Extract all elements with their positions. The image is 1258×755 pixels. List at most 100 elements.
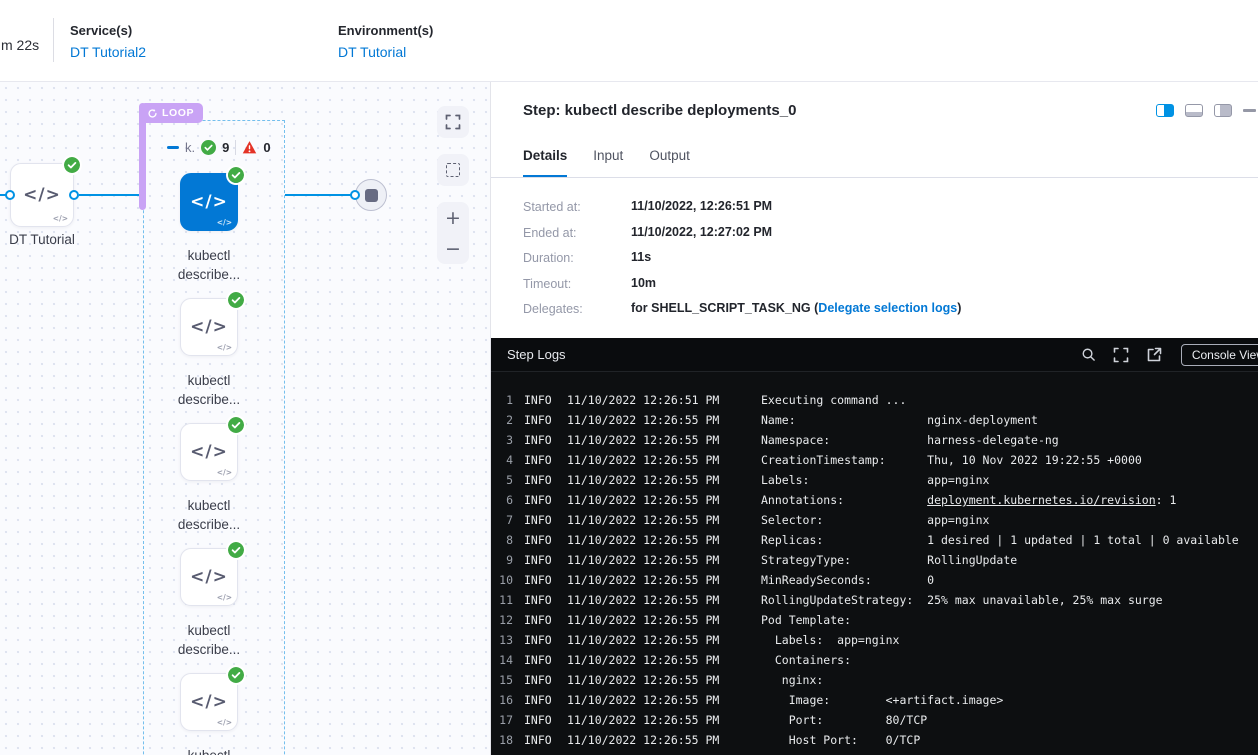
fullscreen-logs-icon[interactable]	[1113, 347, 1129, 363]
pipeline-execution-view: m 22s Service(s) DT Tutorial2 Environmen…	[0, 0, 1258, 755]
log-line-number: 8	[491, 530, 513, 550]
log-message: Image: <+artifact.image>	[761, 690, 1003, 710]
zoom-out-button[interactable]: −	[437, 233, 469, 264]
log-line-number: 5	[491, 470, 513, 490]
step-logs-header: Step Logs Console View	[491, 338, 1258, 372]
log-line-number: 16	[491, 690, 513, 710]
log-message: Port: 80/TCP	[761, 710, 927, 730]
log-line-number: 18	[491, 730, 513, 750]
layout-dock-bottom-icon[interactable]	[1185, 104, 1203, 117]
step-node[interactable]: </> </>	[180, 173, 238, 231]
success-check-icon	[64, 157, 80, 173]
log-line: 13 INFO 11/10/2022 12:26:55 PM Labels: a…	[491, 630, 1258, 650]
log-message: Selector: app=nginx	[761, 510, 989, 530]
delegate-selection-logs-link[interactable]: Delegate selection logs	[818, 301, 957, 315]
stage-node-label: DT Tutorial	[0, 230, 102, 249]
marquee-select-button[interactable]	[437, 154, 469, 186]
log-message: CreationTimestamp: Thu, 10 Nov 2022 19:2…	[761, 450, 1142, 470]
service-block: Service(s) DT Tutorial2	[70, 23, 146, 60]
log-message: Namespace: harness-delegate-ng	[761, 430, 1059, 450]
log-timestamp: 11/10/2022 12:26:55 PM	[567, 490, 749, 510]
step-logs-title: Step Logs	[507, 347, 566, 362]
log-level: INFO	[524, 410, 554, 430]
success-count-icon	[201, 140, 216, 155]
log-timestamp: 11/10/2022 12:26:55 PM	[567, 470, 749, 490]
log-line: 4 INFO 11/10/2022 12:26:55 PM CreationTi…	[491, 450, 1258, 470]
step-node[interactable]: </> </>	[180, 423, 238, 481]
log-line-number: 2	[491, 410, 513, 430]
log-message: Name: nginx-deployment	[761, 410, 1038, 430]
panel-layout-controls	[1156, 104, 1256, 117]
log-line: 10 INFO 11/10/2022 12:26:55 PM MinReadyS…	[491, 570, 1258, 590]
step-logs-console[interactable]: 1 INFO 11/10/2022 12:26:51 PM Executing …	[491, 372, 1258, 755]
log-line: 5 INFO 11/10/2022 12:26:55 PM Labels: ap…	[491, 470, 1258, 490]
log-timestamp: 11/10/2022 12:26:55 PM	[567, 530, 749, 550]
pipeline-canvas[interactable]: </> </> DT Tutorial LOOP k.	[0, 82, 492, 755]
step-details-panel: Step: kubectl describe deployments_0 Det…	[490, 82, 1258, 755]
log-timestamp: 11/10/2022 12:26:55 PM	[567, 550, 749, 570]
step-detail-tabs: Details Input Output	[491, 148, 1258, 178]
code-icon: </>	[190, 442, 228, 462]
collapse-group-icon[interactable]	[167, 146, 179, 149]
layout-split-right-active-icon[interactable]	[1156, 104, 1174, 117]
log-timestamp: 11/10/2022 12:26:55 PM	[567, 610, 749, 630]
log-line: 15 INFO 11/10/2022 12:26:55 PM nginx:	[491, 670, 1258, 690]
loop-step: </> </> kubectl describe...	[180, 673, 238, 731]
log-message: Executing command ...	[761, 390, 906, 410]
step-node[interactable]: </> </>	[180, 673, 238, 731]
success-check-icon	[228, 417, 244, 433]
service-label: Service(s)	[70, 23, 146, 38]
loop-badge[interactable]: LOOP	[140, 103, 203, 123]
log-line: 18 INFO 11/10/2022 12:26:55 PM Host Port…	[491, 730, 1258, 750]
node-in-port[interactable]	[5, 190, 15, 200]
layout-dock-right-icon[interactable]	[1214, 104, 1232, 117]
minimize-panel-icon[interactable]	[1243, 109, 1256, 112]
log-line-number: 14	[491, 650, 513, 670]
loop-step: </> </> kubectl describe...	[180, 173, 238, 231]
log-level: INFO	[524, 390, 554, 410]
success-check-icon	[228, 167, 244, 183]
success-count: 9	[222, 140, 229, 155]
console-view-button[interactable]: Console View	[1181, 344, 1258, 366]
step-node[interactable]: </> </>	[180, 298, 238, 356]
fullscreen-icon	[445, 114, 461, 130]
fit-to-screen-button[interactable]	[437, 106, 469, 138]
environment-link[interactable]: DT Tutorial	[338, 44, 433, 60]
log-message: Host Port: 0/TCP	[761, 730, 920, 750]
log-timestamp: 11/10/2022 12:26:51 PM	[567, 390, 749, 410]
node-out-port[interactable]	[69, 190, 79, 200]
log-line: 14 INFO 11/10/2022 12:26:55 PM Container…	[491, 650, 1258, 670]
detail-row: Delegates: for SHELL_SCRIPT_TASK_NG (Del…	[523, 302, 961, 316]
environment-block: Environment(s) DT Tutorial	[338, 23, 433, 60]
log-level: INFO	[524, 430, 554, 450]
stage-node-dt-tutorial[interactable]: </> </>	[10, 163, 74, 227]
log-timestamp: 11/10/2022 12:26:55 PM	[567, 570, 749, 590]
end-node-port[interactable]	[350, 190, 360, 200]
log-message: nginx:	[761, 670, 823, 690]
topbar-divider	[53, 18, 54, 62]
log-message: MinReadySeconds: 0	[761, 570, 934, 590]
step-node[interactable]: </> </>	[180, 548, 238, 606]
script-type-icon: </>	[217, 468, 232, 477]
log-timestamp: 11/10/2022 12:26:55 PM	[567, 590, 749, 610]
log-line-number: 9	[491, 550, 513, 570]
zoom-in-button[interactable]: +	[437, 202, 469, 233]
tab-output[interactable]: Output	[649, 148, 690, 177]
log-line-number: 6	[491, 490, 513, 510]
marquee-select-icon	[446, 163, 460, 177]
elapsed-duration: m 22s	[1, 37, 39, 53]
log-level: INFO	[524, 510, 554, 530]
script-type-icon: </>	[217, 218, 232, 227]
code-icon: </>	[190, 692, 228, 712]
log-message: StrategyType: RollingUpdate	[761, 550, 1017, 570]
log-timestamp: 11/10/2022 12:26:55 PM	[567, 450, 749, 470]
detail-label: Duration:	[523, 251, 631, 265]
tab-input[interactable]: Input	[593, 148, 623, 177]
log-message: RollingUpdateStrategy: 25% max unavailab…	[761, 590, 1163, 610]
tab-details[interactable]: Details	[523, 148, 567, 177]
open-in-new-tab-icon[interactable]	[1146, 347, 1162, 363]
search-logs-icon[interactable]	[1081, 347, 1096, 362]
detail-row: Duration: 11s	[523, 251, 961, 265]
log-line: 8 INFO 11/10/2022 12:26:55 PM Replicas: …	[491, 530, 1258, 550]
service-link[interactable]: DT Tutorial2	[70, 44, 146, 60]
